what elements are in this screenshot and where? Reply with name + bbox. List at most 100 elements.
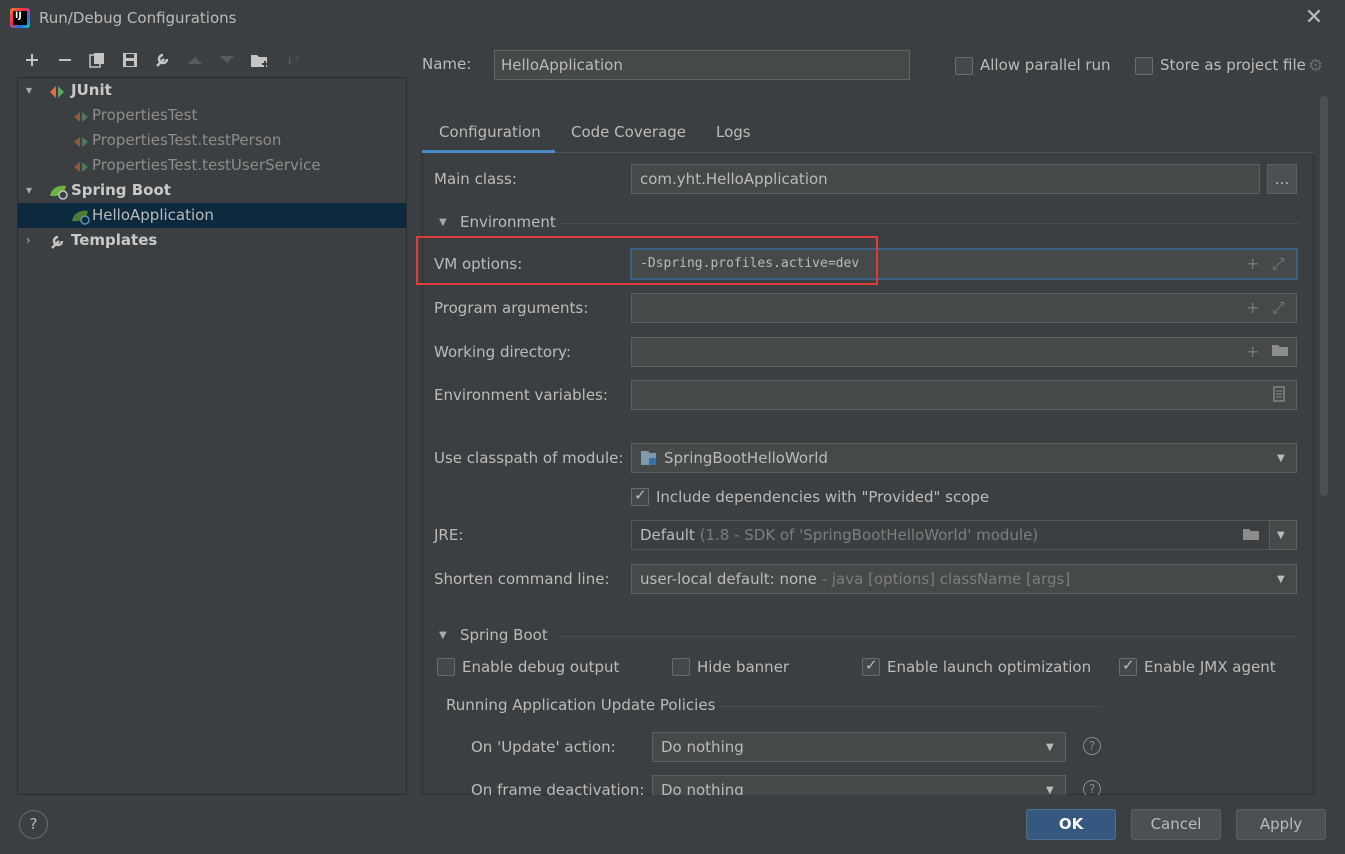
collapse-triangle-icon[interactable]: ▼ [439,217,447,228]
on-update-label: On 'Update' action: [471,738,616,756]
plus-icon[interactable]: + [1246,298,1259,317]
allow-parallel-label: Allow parallel run [980,56,1111,74]
help-icon[interactable]: ? [1083,780,1101,795]
jre-detail: (1.8 - SDK of 'SpringBootHelloWorld' mod… [699,526,1039,544]
classpath-value: SpringBootHelloWorld [664,449,828,467]
chevron-down-icon[interactable]: ▼ [1277,453,1285,464]
sort-icon[interactable]: ↓ᵃ [281,49,303,71]
store-project-checkbox[interactable] [1135,57,1153,75]
scrollbar[interactable] [1320,96,1328,496]
classpath-label: Use classpath of module: [434,449,624,467]
browse-button[interactable]: ... [1267,164,1297,194]
help-icon[interactable]: ? [1083,737,1101,755]
folder-icon[interactable] [1271,342,1289,361]
wrench-icon[interactable] [151,49,173,71]
copy-icon[interactable] [86,49,108,71]
tree-item-label: HelloApplication [92,206,214,224]
main-class-field[interactable]: com.yht.HelloApplication [631,164,1260,194]
tree-item-testperson[interactable]: PropertiesTest.testPerson [18,128,406,153]
plus-icon[interactable]: + [1246,342,1259,361]
tree-item-spring-boot[interactable]: ▾ Spring Boot [18,178,406,203]
tab-code-coverage[interactable]: Code Coverage [571,123,686,141]
store-project-label: Store as project file [1160,56,1306,74]
jre-value: Default [640,526,695,544]
ok-button[interactable]: OK [1026,809,1116,840]
tree-item-label: PropertiesTest [92,106,198,124]
document-icon[interactable] [1273,386,1285,406]
intellij-icon: IJ [10,8,30,28]
new-folder-icon[interactable] [249,49,271,71]
chevron-right-icon[interactable]: › [26,228,38,253]
tree-item-label: PropertiesTest.testPerson [92,131,282,149]
gear-icon[interactable]: ⚙ [1308,56,1323,76]
working-dir-field[interactable] [631,337,1297,367]
plus-icon[interactable]: + [1246,254,1259,273]
chevron-down-icon[interactable]: ▼ [1046,785,1054,795]
spring-boot-app-icon [71,208,90,225]
launch-optimization-label: Enable launch optimization [887,658,1092,676]
tree-item-propertiestest[interactable]: PropertiesTest [18,103,406,128]
shorten-detail: - java [options] className [args] [821,570,1071,588]
chevron-down-icon[interactable]: ▾ [26,178,38,203]
remove-icon[interactable] [54,49,76,71]
hide-banner-checkbox[interactable] [672,658,690,676]
move-up-icon[interactable] [184,49,206,71]
hide-banner-label: Hide banner [697,658,790,676]
junit-icon [49,83,65,99]
chevron-down-icon[interactable]: ▾ [26,78,38,103]
tree-item-junit[interactable]: ▾ JUnit [18,78,406,103]
program-args-field[interactable] [631,293,1297,323]
shorten-select[interactable]: user-local default: none - java [options… [631,564,1297,594]
expand-icon[interactable]: ⤢ [1272,254,1285,274]
tab-configuration[interactable]: Configuration [439,123,541,141]
form-clip: On frame deactivation: Do nothing ▼ ? [422,775,1314,795]
test-icon [73,108,89,124]
name-field[interactable]: HelloApplication [494,50,910,80]
spring-boot-icon [49,183,68,200]
classpath-select[interactable]: SpringBootHelloWorld [631,443,1297,473]
env-vars-label: Environment variables: [434,386,608,404]
move-down-icon[interactable] [216,49,238,71]
on-frame-select[interactable]: Do nothing [652,775,1066,795]
window-title: Run/Debug Configurations [39,9,237,27]
name-label: Name: [422,55,472,73]
expand-icon[interactable]: ⤢ [1272,298,1285,318]
include-deps-checkbox[interactable] [631,486,649,506]
jmx-agent-checkbox[interactable] [1119,656,1137,676]
config-tree: ▾ JUnit PropertiesTest PropertiesTest.te… [17,77,407,795]
tree-item-templates[interactable]: › Templates [18,228,406,253]
tree-item-testuserservice[interactable]: PropertiesTest.testUserService [18,153,406,178]
chevron-down-icon[interactable]: ▼ [1046,742,1054,753]
allow-parallel-checkbox[interactable] [955,57,973,75]
cancel-button[interactable]: Cancel [1131,809,1221,840]
env-vars-field[interactable] [631,380,1297,410]
main-class-label: Main class: [434,170,517,188]
save-icon[interactable] [119,49,141,71]
shorten-label: Shorten command line: [434,570,610,588]
tree-item-label: Spring Boot [71,181,171,199]
spring-boot-section-title: Spring Boot [460,626,548,644]
test-icon [73,158,89,174]
add-icon[interactable] [21,49,43,71]
folder-icon[interactable] [1242,526,1260,545]
chevron-down-icon[interactable]: ▼ [1277,530,1285,541]
section-divider [556,636,1300,637]
test-icon [73,133,89,149]
close-icon[interactable]: ✕ [1304,7,1324,29]
tree-item-label: PropertiesTest.testUserService [92,156,321,174]
jre-field[interactable]: Default (1.8 - SDK of 'SpringBootHelloWo… [631,520,1270,550]
on-frame-value: Do nothing [661,781,744,795]
enable-debug-checkbox[interactable] [437,658,455,676]
shorten-value: user-local default: none [640,570,817,588]
tree-item-helloapplication[interactable]: HelloApplication [18,203,406,228]
help-button[interactable]: ? [19,810,48,839]
environment-section-title: Environment [460,213,556,231]
apply-button[interactable]: Apply [1236,809,1326,840]
tab-logs[interactable]: Logs [716,123,751,141]
collapse-triangle-icon[interactable]: ▼ [439,630,447,641]
launch-optimization-checkbox[interactable] [862,656,880,676]
section-divider [560,223,1300,224]
chevron-down-icon[interactable]: ▼ [1277,574,1285,585]
tree-item-label: Templates [71,231,158,249]
on-update-select[interactable]: Do nothing [652,732,1066,762]
